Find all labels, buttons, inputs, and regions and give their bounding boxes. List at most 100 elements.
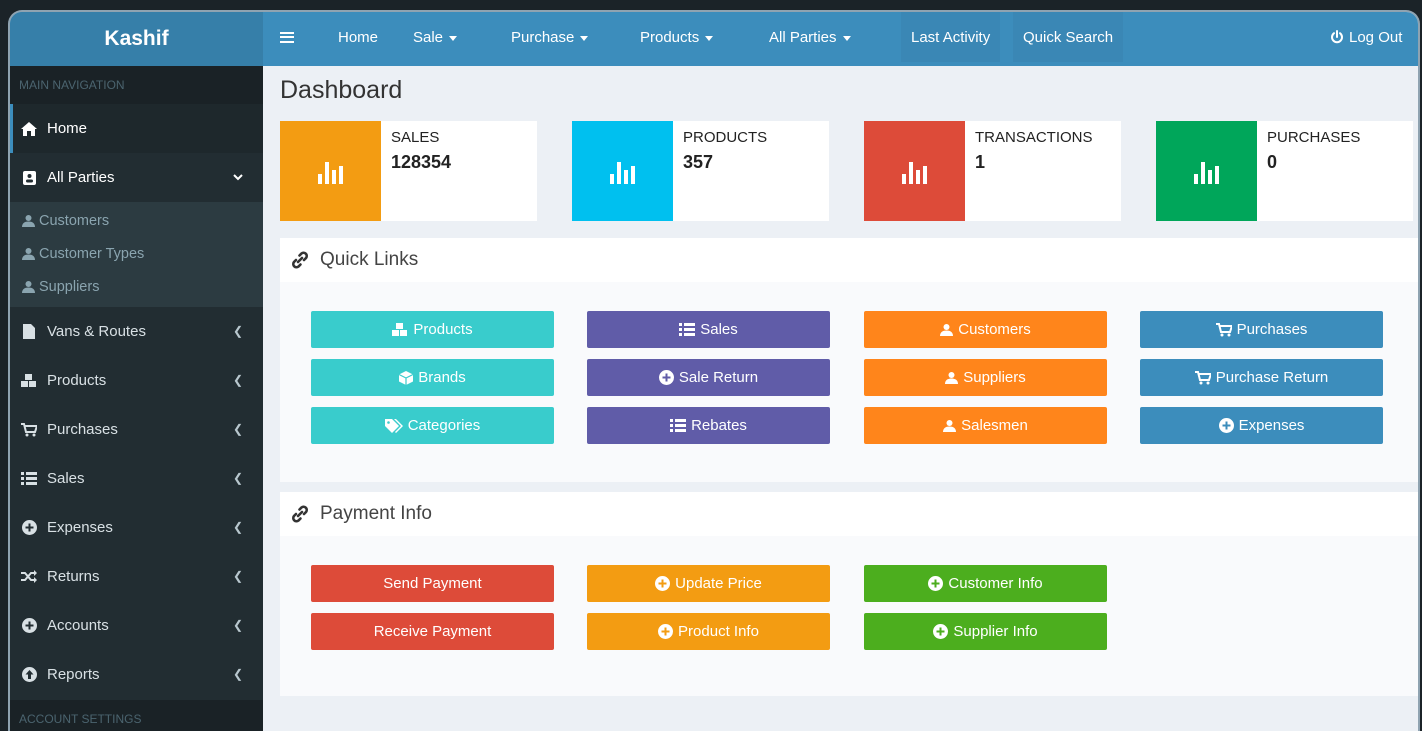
bar-chart-icon — [280, 121, 381, 221]
button-label: Product Info — [678, 623, 759, 640]
button-label: Customers — [958, 321, 1031, 338]
quick-link-categories-button[interactable]: Categories — [311, 407, 554, 444]
sidebar-item-purchases[interactable]: Purchases ❮ — [10, 405, 263, 454]
sidebar-item-label: Sales — [47, 470, 85, 487]
list-icon — [670, 419, 687, 432]
quick-link-brands-button[interactable]: Brands — [311, 359, 554, 396]
logout-button[interactable]: Log Out — [1330, 12, 1402, 62]
arrow-circle-icon — [21, 667, 37, 683]
quick-link-rebates-button[interactable]: Rebates — [587, 407, 830, 444]
stat-box-products[interactable]: PRODUCTS 357 — [572, 121, 829, 221]
link-icon — [290, 250, 310, 270]
address-book-icon — [21, 170, 37, 186]
button-label: Receive Payment — [373, 623, 492, 640]
sidebar-subitem-customer-types[interactable]: Customer Types — [10, 237, 263, 270]
stat-value: 0 — [1267, 152, 1278, 172]
nav-quick-search[interactable]: Quick Search — [1013, 12, 1124, 62]
quick-link-purchase-return-button[interactable]: Purchase Return — [1140, 359, 1383, 396]
nav-purchase-label: Purchase — [511, 28, 575, 46]
user-icon — [943, 419, 957, 432]
sidebar: MAIN NAVIGATION Home All Parties Custome… — [10, 66, 263, 731]
list-icon — [21, 471, 37, 487]
sidebar-item-expenses[interactable]: Expenses ❮ — [10, 503, 263, 552]
sidebar-toggle-button[interactable] — [280, 12, 294, 62]
quick-link-expenses-button[interactable]: Expenses — [1140, 407, 1383, 444]
nav-all-parties-label: All Parties — [769, 28, 837, 46]
stat-value: 1 — [975, 152, 986, 172]
stat-box-purchases[interactable]: PURCHASES 0 — [1156, 121, 1413, 221]
plus-circle-icon — [21, 618, 37, 634]
nav-products-dropdown[interactable]: Products — [640, 12, 714, 62]
sidebar-subitem-suppliers[interactable]: Suppliers — [10, 270, 263, 303]
hamburger-icon — [280, 31, 294, 43]
sidebar-item-returns[interactable]: Returns ❮ — [10, 552, 263, 601]
sidebar-item-reports[interactable]: Reports ❮ — [10, 650, 263, 699]
caret-down-icon — [705, 35, 714, 41]
quick-link-salesmen-button[interactable]: Salesmen — [864, 407, 1107, 444]
receive-payment-button[interactable]: Receive Payment — [311, 613, 554, 650]
list-icon — [679, 323, 696, 336]
chevron-left-icon: ❮ — [232, 569, 243, 583]
sidebar-section-header: MAIN NAVIGATION — [10, 66, 263, 104]
page-title: Dashboard — [280, 76, 403, 104]
nav-purchase-dropdown[interactable]: Purchase — [511, 12, 589, 62]
button-label: Sale Return — [678, 369, 759, 386]
chevron-left-icon: ❮ — [232, 471, 243, 485]
sidebar-item-label: Products — [47, 372, 107, 389]
plus-circle-icon — [1218, 418, 1234, 433]
nav-home[interactable]: Home — [338, 12, 378, 62]
sidebar-submenu-all-parties: Customers Customer Types Suppliers — [10, 202, 263, 307]
cubes-icon — [21, 373, 37, 389]
plus-circle-icon — [658, 370, 674, 385]
payment-info-title: Payment Info — [320, 503, 432, 524]
sidebar-item-home[interactable]: Home — [10, 104, 263, 153]
customer-info-button[interactable]: Customer Info — [864, 565, 1107, 602]
sidebar-item-sales[interactable]: Sales ❮ — [10, 454, 263, 503]
button-label: Salesmen — [961, 417, 1028, 434]
quick-link-purchases-button[interactable]: Purchases — [1140, 311, 1383, 348]
top-nav-menu: Home Sale Purchase Products All Parties … — [263, 12, 1418, 66]
sidebar-item-label: Accounts — [47, 617, 109, 634]
home-icon — [21, 121, 37, 137]
stat-box-sales[interactable]: SALES 128354 — [280, 121, 537, 221]
nav-home-label: Home — [338, 28, 379, 46]
app-logo[interactable]: Kashif — [10, 12, 263, 66]
nav-last-activity[interactable]: Last Activity — [901, 12, 1001, 62]
send-payment-button[interactable]: Send Payment — [311, 565, 554, 602]
nav-last-activity-label: Last Activity — [911, 28, 991, 46]
quick-links-body: Products Sales Customers Purchases Brand… — [280, 282, 1418, 482]
sidebar-item-all-parties[interactable]: All Parties — [10, 153, 263, 202]
caret-down-icon — [449, 35, 458, 41]
sidebar-section-footer: ACCOUNT SETTINGS — [10, 700, 263, 731]
link-icon — [290, 504, 310, 524]
caret-down-icon — [842, 35, 851, 41]
quick-links-title: Quick Links — [320, 249, 419, 270]
sidebar-item-vans-routes[interactable]: Vans & Routes ❮ — [10, 307, 263, 356]
sidebar-item-products[interactable]: Products ❮ — [10, 356, 263, 405]
quick-link-customers-button[interactable]: Customers — [864, 311, 1107, 348]
chevron-down-icon — [233, 170, 243, 184]
chevron-left-icon: ❮ — [232, 373, 243, 387]
stat-value: 128354 — [391, 152, 452, 172]
supplier-info-button[interactable]: Supplier Info — [864, 613, 1107, 650]
chevron-left-icon: ❮ — [232, 324, 243, 338]
quick-link-products-button[interactable]: Products — [311, 311, 554, 348]
user-icon — [22, 280, 35, 293]
payment-info-header: Payment Info — [280, 492, 1418, 536]
sidebar-item-accounts[interactable]: Accounts ❮ — [10, 601, 263, 650]
chevron-left-icon: ❮ — [232, 667, 243, 681]
nav-all-parties-dropdown[interactable]: All Parties — [769, 12, 851, 62]
bar-chart-icon — [864, 121, 965, 221]
quick-link-sale-return-button[interactable]: Sale Return — [587, 359, 830, 396]
stat-label: TRANSACTIONS — [975, 129, 1093, 146]
quick-link-sales-button[interactable]: Sales — [587, 311, 830, 348]
nav-sale-dropdown[interactable]: Sale — [413, 12, 458, 62]
stat-box-transactions[interactable]: TRANSACTIONS 1 — [864, 121, 1121, 221]
product-info-button[interactable]: Product Info — [587, 613, 830, 650]
quick-link-suppliers-button[interactable]: Suppliers — [864, 359, 1107, 396]
main-content: Dashboard SALES 128354 PRODUCTS 357 TRANSA… — [263, 66, 1418, 731]
stat-label: PURCHASES — [1267, 129, 1361, 146]
sidebar-subitem-label: Customer Types — [39, 245, 145, 262]
update-price-button[interactable]: Update Price — [587, 565, 830, 602]
sidebar-subitem-customers[interactable]: Customers — [10, 204, 263, 237]
